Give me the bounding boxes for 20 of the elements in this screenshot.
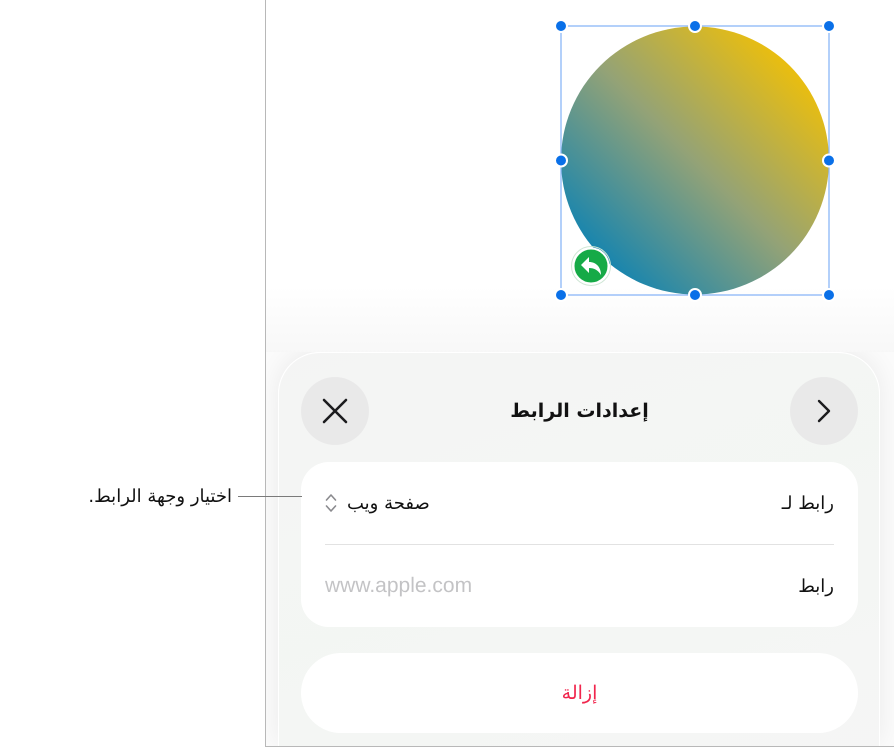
leader-line [238,496,302,498]
sheet-title: إعدادات الرابط [510,400,649,422]
row-label: رابط [798,576,834,596]
chevron-icon [817,399,831,423]
selection-handle[interactable] [688,19,702,33]
selection-handle[interactable] [822,19,836,33]
up-down-chevron-icon [325,493,337,513]
selection-handle[interactable] [822,154,836,168]
row-label: رابط لـ [782,492,834,514]
selection-handle[interactable] [554,154,568,168]
selection-handle[interactable] [554,19,568,33]
link-type-picker[interactable]: صفحة ويب [325,492,430,514]
callout-text: اختيار وجهة الرابط. [88,486,232,507]
selection-handle[interactable] [822,288,836,302]
close-icon [322,398,348,424]
url-field[interactable]: www.apple.com [325,571,778,601]
remove-button[interactable]: إزالة [301,653,858,733]
curved-arrow-icon[interactable] [571,246,611,286]
selection-handle[interactable] [554,288,568,302]
selection-handle[interactable] [688,288,702,302]
